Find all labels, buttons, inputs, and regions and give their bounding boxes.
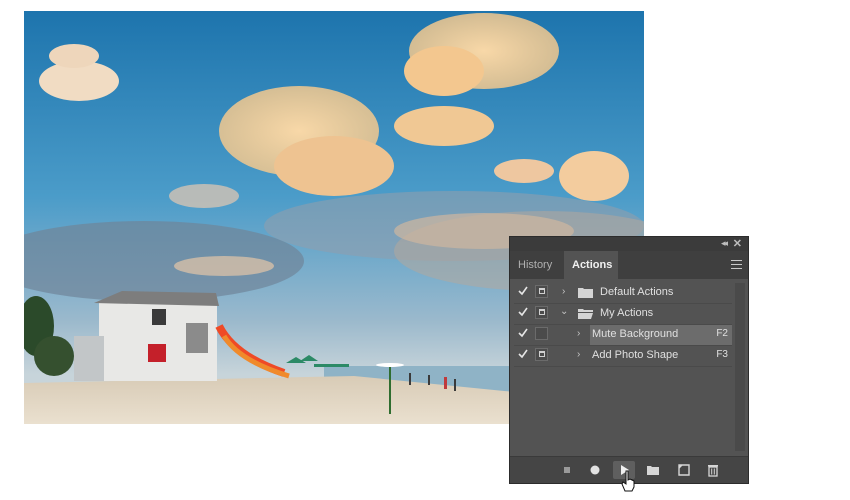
list-item-my-actions[interactable]: ⌄ My Actions (514, 304, 732, 325)
list-item-label: My Actions (600, 307, 654, 319)
tab-actions[interactable]: Actions (564, 251, 618, 279)
actions-panel: ◂◂ ✕ History Actions › Default Actions ⌄… (509, 236, 749, 484)
chevron-down-icon[interactable]: ⌄ (560, 307, 568, 317)
shortcut-key: F3 (716, 349, 728, 360)
chevron-right-icon[interactable]: › (562, 287, 570, 297)
checkmark-icon[interactable] (518, 307, 528, 317)
shortcut-key: F2 (716, 328, 728, 339)
list-item-label: Mute Background (592, 328, 679, 340)
checkmark-icon[interactable] (518, 286, 528, 296)
list-item-label: Default Actions (600, 286, 674, 298)
list-item-default-actions[interactable]: › Default Actions (514, 283, 732, 304)
dialog-toggle-icon[interactable] (535, 285, 548, 298)
folder-icon[interactable] (646, 463, 660, 477)
chevron-right-icon[interactable]: › (577, 350, 585, 360)
dialog-toggle-icon[interactable] (535, 348, 548, 361)
list-item-add-photo-shape[interactable]: › Add Photo Shape F3 (514, 346, 732, 367)
dialog-toggle-icon[interactable] (535, 306, 548, 319)
tab-history[interactable]: History (510, 251, 562, 279)
trash-icon[interactable] (706, 463, 720, 477)
hand-cursor-icon (621, 470, 635, 492)
panel-tabs: History Actions (510, 251, 748, 279)
stop-icon[interactable] (560, 463, 574, 477)
open-folder-icon (578, 309, 593, 319)
checkmark-icon[interactable] (518, 349, 528, 359)
close-panel-icon[interactable]: ✕ (733, 237, 742, 250)
new-action-icon[interactable] (677, 463, 691, 477)
actions-list: › Default Actions ⌄ My Actions › Mute Ba… (514, 283, 732, 367)
panel-titlebar: ◂◂ ✕ (510, 237, 748, 251)
collapse-panel-icon[interactable]: ◂◂ (721, 238, 728, 249)
panel-menu-icon[interactable] (731, 260, 742, 269)
list-item-mute-background[interactable]: › Mute Background F2 (514, 325, 732, 346)
folder-icon (578, 288, 593, 298)
record-icon[interactable] (588, 463, 602, 477)
list-scrollbar[interactable] (735, 283, 745, 451)
list-item-label: Add Photo Shape (592, 349, 679, 361)
checkmark-icon[interactable] (518, 328, 528, 338)
chevron-right-icon[interactable]: › (577, 329, 585, 339)
dialog-toggle-icon[interactable] (535, 327, 548, 340)
